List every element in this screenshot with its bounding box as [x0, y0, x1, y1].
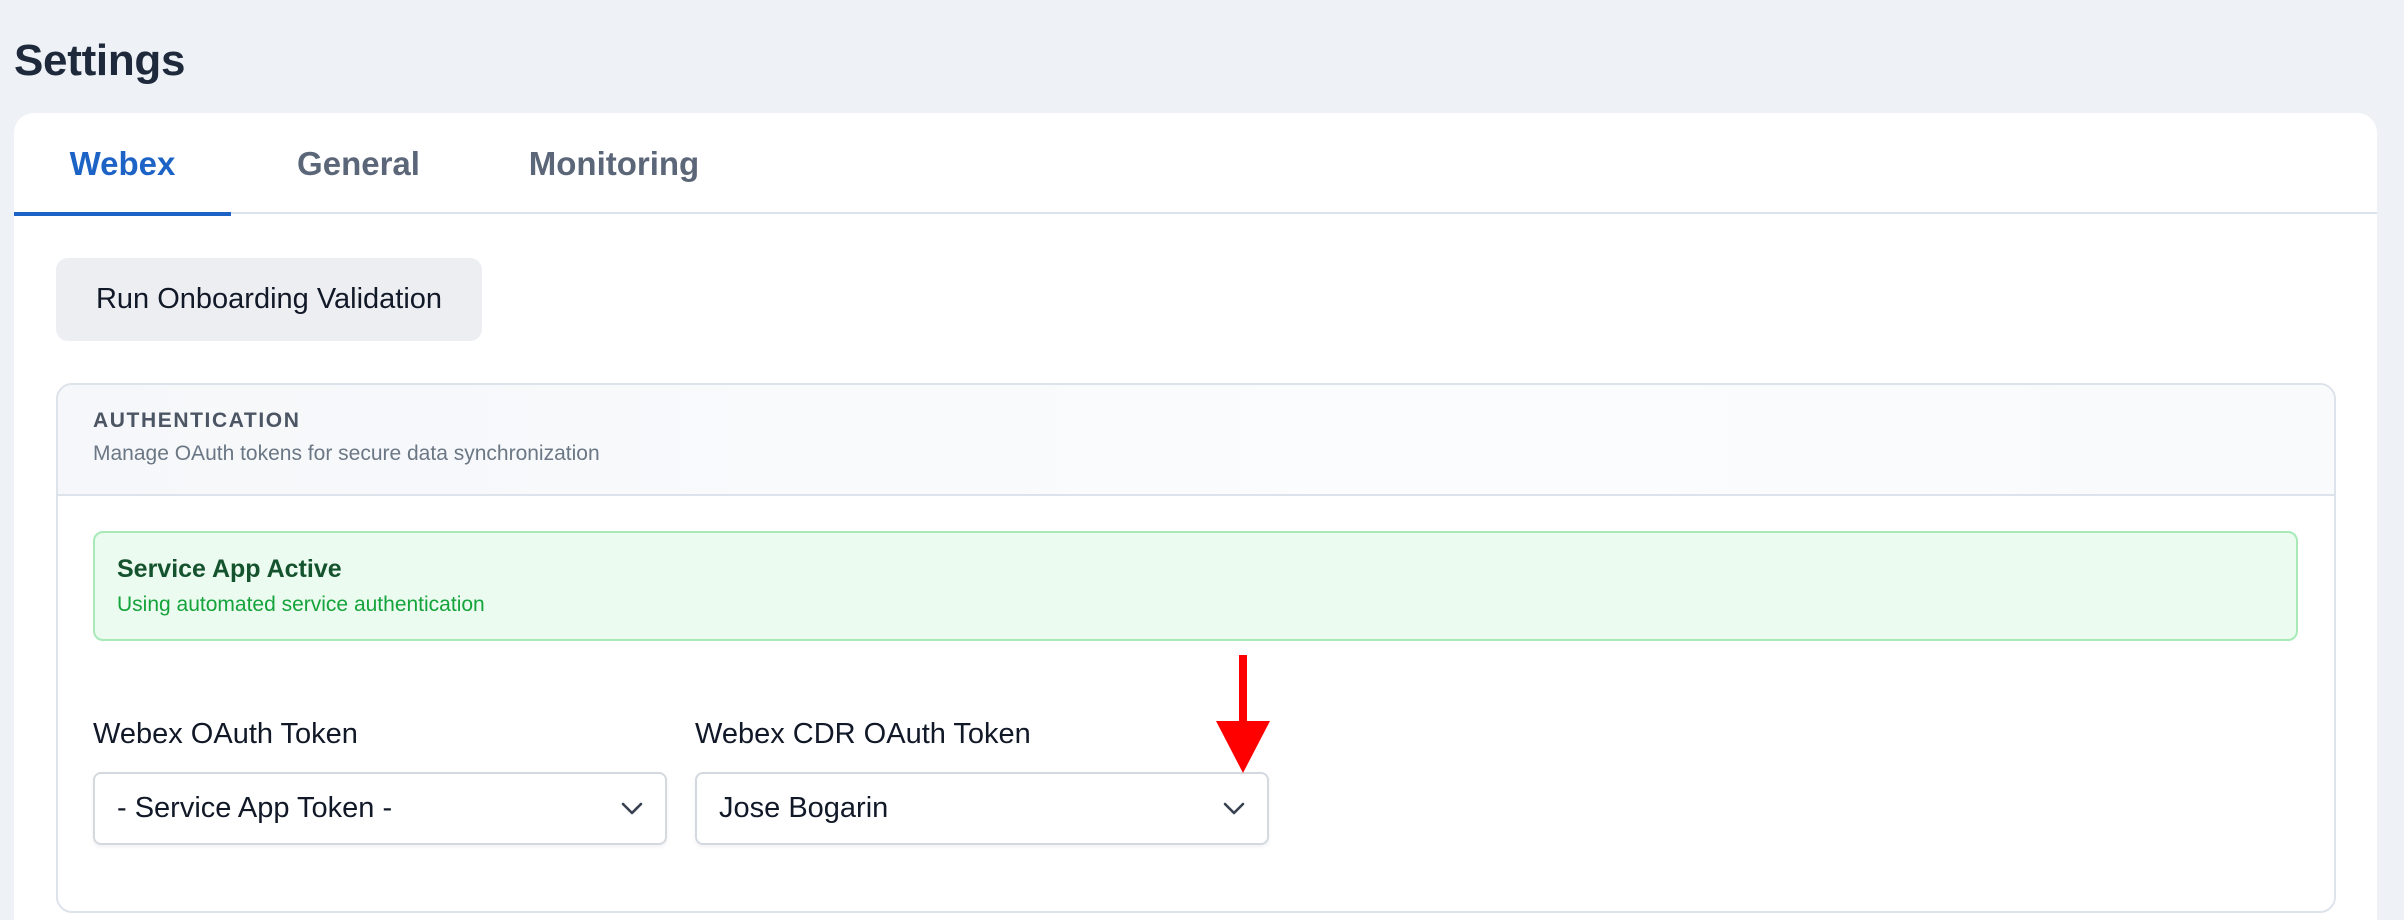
authentication-section: AUTHENTICATION Manage OAuth tokens for s…	[56, 383, 2336, 913]
select-value: - Service App Token -	[117, 792, 393, 824]
page-title: Settings	[14, 36, 186, 85]
tab-webex[interactable]: Webex	[14, 113, 231, 216]
annotation-arrow-icon	[1216, 655, 1270, 773]
section-subtitle: Manage OAuth tokens for secure data sync…	[93, 442, 600, 465]
section-header: AUTHENTICATION Manage OAuth tokens for s…	[58, 385, 2334, 496]
tab-monitoring[interactable]: Monitoring	[484, 113, 744, 214]
section-title: AUTHENTICATION	[93, 409, 301, 432]
service-app-status-alert: Service App Active Using automated servi…	[93, 531, 2298, 641]
chevron-down-icon	[1223, 802, 1245, 814]
chevron-down-icon	[621, 802, 643, 814]
run-onboarding-validation-button[interactable]: Run Onboarding Validation	[56, 258, 482, 341]
settings-card: Webex General Monitoring Run Onboarding …	[14, 113, 2377, 920]
alert-title: Service App Active	[117, 555, 342, 583]
webex-oauth-token-label: Webex OAuth Token	[93, 718, 358, 750]
tab-general[interactable]: General	[246, 113, 471, 214]
webex-cdr-oauth-token-label: Webex CDR OAuth Token	[695, 718, 1031, 750]
select-value: Jose Bogarin	[719, 792, 889, 824]
tab-bar: Webex General Monitoring	[14, 113, 2377, 216]
alert-text: Using automated service authentication	[117, 593, 485, 616]
webex-cdr-oauth-token-select[interactable]: Jose Bogarin	[695, 772, 1269, 845]
webex-oauth-token-select[interactable]: - Service App Token -	[93, 772, 667, 845]
